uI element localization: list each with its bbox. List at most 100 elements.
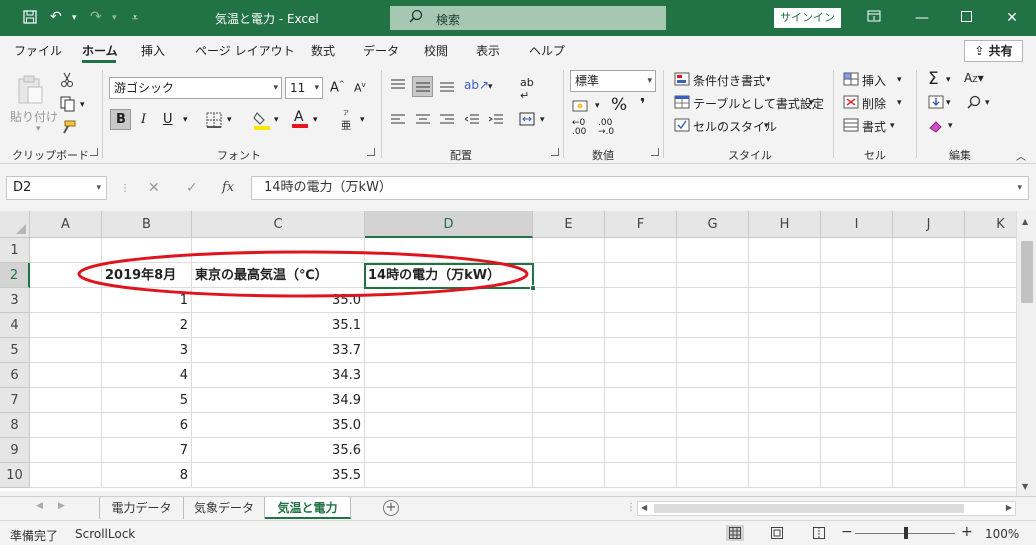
accounting-format-icon[interactable]: [572, 99, 590, 116]
cell-k7[interactable]: [965, 388, 1016, 413]
paste-dropdown-icon[interactable]: ▾: [36, 124, 41, 134]
tab-home[interactable]: ホーム: [82, 42, 118, 59]
autosum-dropdown-icon[interactable]: ▾: [946, 75, 951, 85]
cell-i10[interactable]: [821, 463, 893, 488]
copy-icon[interactable]: [60, 96, 76, 115]
cell-b8[interactable]: 6: [102, 413, 192, 438]
borders-dropdown-icon[interactable]: ▾: [227, 115, 232, 125]
cell-c6[interactable]: 34.3: [192, 363, 365, 388]
sort-filter-icon[interactable]: AZ▾: [964, 71, 984, 85]
insert-cells-icon[interactable]: [843, 72, 859, 89]
cell-c5[interactable]: 33.7: [192, 338, 365, 363]
vertical-scrollbar[interactable]: ▲ ▼: [1016, 211, 1036, 496]
customize-qat-icon[interactable]: ⩡: [132, 11, 138, 25]
cell-f7[interactable]: [605, 388, 677, 413]
close-icon[interactable]: ✕: [1002, 8, 1022, 28]
normal-view-button[interactable]: [726, 525, 744, 541]
cell-g4[interactable]: [677, 313, 749, 338]
fill-color-icon[interactable]: [253, 110, 271, 133]
sheet-tab-temp-power[interactable]: 気温と電力: [265, 497, 351, 519]
save-icon[interactable]: [22, 9, 38, 29]
format-dropdown-icon[interactable]: ▾: [890, 121, 895, 131]
autosum-icon[interactable]: Σ: [928, 69, 939, 89]
cell-b3[interactable]: 1: [102, 288, 192, 313]
orientation-icon[interactable]: ab↗: [464, 78, 489, 92]
cell-f9[interactable]: [605, 438, 677, 463]
name-box[interactable]: D2 ▾: [6, 176, 107, 200]
zoom-out-icon[interactable]: −: [841, 524, 853, 540]
conditional-format-dropdown-icon[interactable]: ▾: [766, 75, 771, 85]
scroll-right-icon[interactable]: ▶: [1006, 503, 1012, 512]
align-center-icon[interactable]: [416, 114, 430, 129]
column-header-g[interactable]: G: [677, 211, 749, 238]
cell-f6[interactable]: [605, 363, 677, 388]
orientation-dropdown-icon[interactable]: ▾: [488, 82, 493, 92]
cell-j2[interactable]: [893, 263, 965, 288]
sheet-tab-power-data[interactable]: 電力データ: [100, 497, 184, 519]
cell-i6[interactable]: [821, 363, 893, 388]
cell-i5[interactable]: [821, 338, 893, 363]
align-right-icon[interactable]: [440, 114, 454, 129]
tab-data[interactable]: データ: [363, 42, 399, 59]
cell-d6[interactable]: [365, 363, 533, 388]
ribbon-display-icon[interactable]: [864, 8, 884, 28]
scroll-sheets-left-icon[interactable]: ◀: [36, 501, 43, 511]
cell-b6[interactable]: 4: [102, 363, 192, 388]
cell-h3[interactable]: [749, 288, 821, 313]
phonetic-guide-icon[interactable]: ア 亜: [341, 110, 351, 132]
cell-b9[interactable]: 7: [102, 438, 192, 463]
signin-button[interactable]: サインイン: [774, 8, 841, 28]
scroll-left-icon[interactable]: ◀: [641, 503, 647, 512]
cell-e10[interactable]: [533, 463, 605, 488]
cell-j4[interactable]: [893, 313, 965, 338]
cell-f10[interactable]: [605, 463, 677, 488]
format-painter-icon[interactable]: [60, 120, 76, 139]
redo-icon[interactable]: ↷: [90, 9, 102, 25]
increase-decimal-button[interactable]: ←0.00: [572, 119, 586, 137]
cell-e2[interactable]: [533, 263, 605, 288]
cell-f1[interactable]: [605, 238, 677, 263]
scroll-sheets-right-icon[interactable]: ▶: [58, 501, 65, 511]
cell-h2[interactable]: [749, 263, 821, 288]
cell-a8[interactable]: [30, 413, 102, 438]
align-bottom-icon[interactable]: [440, 80, 454, 95]
find-select-dropdown-icon[interactable]: ▾: [985, 98, 990, 108]
cell-a2[interactable]: [30, 263, 102, 288]
cell-g1[interactable]: [677, 238, 749, 263]
cell-e6[interactable]: [533, 363, 605, 388]
conditional-format-button[interactable]: 条件付き書式: [693, 72, 765, 89]
cell-g2[interactable]: [677, 263, 749, 288]
cell-b4[interactable]: 2: [102, 313, 192, 338]
align-middle-button[interactable]: [412, 76, 433, 97]
cell-j7[interactable]: [893, 388, 965, 413]
increase-indent-icon[interactable]: [488, 114, 503, 129]
fill-color-dropdown-icon[interactable]: ▾: [274, 115, 279, 125]
merge-center-icon[interactable]: [519, 112, 535, 129]
percent-button[interactable]: %: [611, 95, 627, 115]
italic-button[interactable]: I: [141, 112, 146, 127]
insert-cells-button[interactable]: 挿入: [862, 72, 886, 89]
cell-d10[interactable]: [365, 463, 533, 488]
delete-cells-button[interactable]: 削除: [862, 95, 886, 112]
font-color-icon[interactable]: A: [291, 108, 309, 131]
row-header[interactable]: 6: [0, 363, 30, 388]
cell-h5[interactable]: [749, 338, 821, 363]
cell-b5[interactable]: 3: [102, 338, 192, 363]
cell-k1[interactable]: [965, 238, 1016, 263]
decrease-indent-icon[interactable]: [464, 114, 479, 129]
column-header-e[interactable]: E: [533, 211, 605, 238]
zoom-slider-knob[interactable]: [904, 527, 908, 539]
cell-h8[interactable]: [749, 413, 821, 438]
minimize-icon[interactable]: —: [912, 8, 932, 28]
cell-a3[interactable]: [30, 288, 102, 313]
cell-g8[interactable]: [677, 413, 749, 438]
clear-icon[interactable]: [928, 119, 944, 136]
cell-a10[interactable]: [30, 463, 102, 488]
column-header-h[interactable]: H: [749, 211, 821, 238]
cell-e1[interactable]: [533, 238, 605, 263]
cancel-icon[interactable]: ✕: [148, 180, 160, 196]
cell-e4[interactable]: [533, 313, 605, 338]
row-header[interactable]: 2: [0, 263, 30, 288]
decrease-font-icon[interactable]: Av: [354, 81, 366, 95]
cell-k9[interactable]: [965, 438, 1016, 463]
